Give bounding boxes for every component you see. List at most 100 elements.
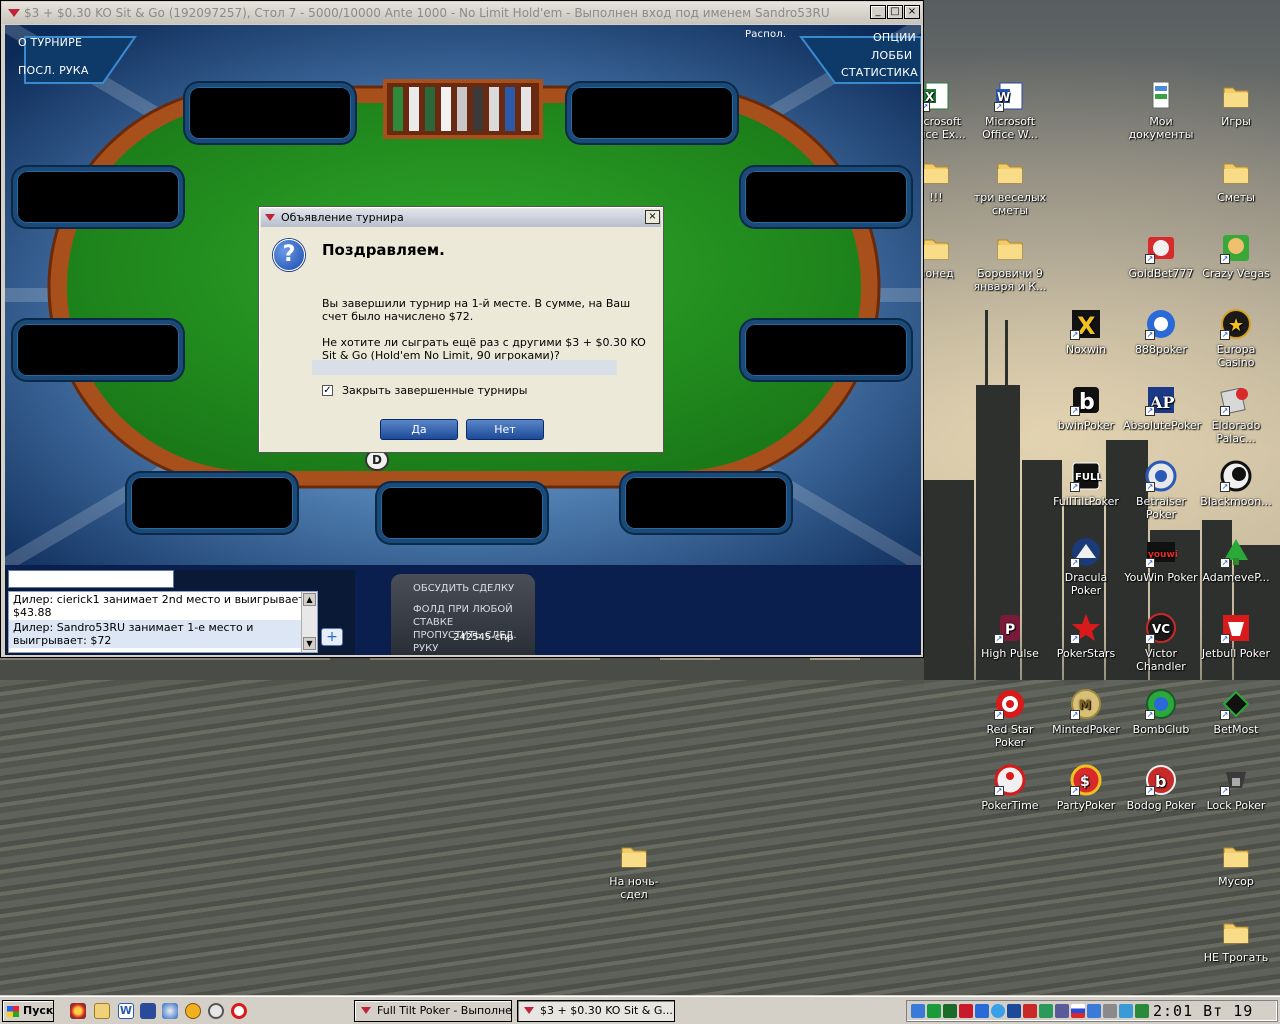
desktop-icon[interactable]: ↗ 888poker [1123,308,1199,356]
fold-any-bet-checkbox[interactable]: ФОЛД ПРИ ЛЮБОЙ СТАВКЕ [413,603,535,629]
tournament-info-button[interactable]: О ТУРНИРЕ [18,36,82,49]
folder-quicklaunch-icon[interactable] [94,1003,110,1019]
seat-5[interactable] [13,320,183,380]
desktop-icon[interactable]: youwin↗ YouWin Poker [1123,536,1199,584]
layout-button[interactable]: Распол. [745,29,786,40]
tray-app-icon[interactable] [1135,1004,1149,1018]
maximize-button[interactable]: □ [887,5,903,19]
start-button[interactable]: Пуск [2,1000,54,1022]
desktop-icon[interactable]: ↗ AdameveP... [1198,536,1274,584]
opera-quicklaunch-icon[interactable] [231,1003,247,1019]
seat-8[interactable] [377,483,547,543]
desktop-icon[interactable]: $ ↗ PartyPoker [1048,764,1124,812]
save-quicklaunch-icon[interactable] [140,1003,156,1019]
yes-button[interactable]: Да [380,419,458,440]
dialog-close-button[interactable]: × [645,210,660,224]
desktop-icon[interactable]: X ↗ Noxwin [1048,308,1124,356]
chat-input[interactable] [8,570,174,588]
desktop-icon[interactable]: Мои документы [1123,80,1199,141]
tray-app-icon[interactable] [1039,1004,1053,1018]
desktop-icon[interactable]: ↗ Eldorado Palac... [1198,384,1274,445]
tournament-announcement-dialog[interactable]: Объявление турнира × ? Поздравляем. Вы з… [258,206,664,453]
desktop-icon[interactable]: ↗ PokerTime [972,764,1048,812]
clock-quicklaunch-icon[interactable] [208,1003,224,1019]
desktop-icon[interactable]: ★ ↗ Europa Casino [1198,308,1274,369]
desktop-icon[interactable]: W ↗ Microsoft Office W... [972,80,1048,141]
close-button[interactable]: × [904,5,920,19]
desktop-icon[interactable]: FULL ↗ FullTiltPoker [1048,460,1124,508]
desktop-icon[interactable]: Игры [1198,80,1274,128]
scroll-up-arrow[interactable]: ▲ [303,593,316,606]
desktop-icon[interactable]: b ↗ Bodog Poker [1123,764,1199,812]
desktop-icon[interactable]: AP ↗ AbsolutePoker [1123,384,1201,432]
taskbar-task-fulltilt-lobby[interactable]: Full Tilt Poker - Выполне... [354,1000,512,1022]
desktop-icon[interactable]: b ↗ bwinPoker [1048,384,1124,432]
desktop-icon[interactable]: M ↗ MintedPoker [1048,688,1124,736]
tray-app-icon[interactable] [1007,1004,1021,1018]
desktop-icon[interactable]: Боровичи 9 января и К... [972,232,1048,293]
tray-app-icon[interactable] [927,1004,941,1018]
seat-1[interactable] [185,83,355,143]
seat-2[interactable] [567,83,737,143]
folder-icon [920,156,952,188]
tray-language-icon[interactable] [1071,1004,1085,1018]
desktop-icon[interactable]: ↗ Jetbull Poker [1198,612,1274,660]
desktop-icon[interactable]: P ↗ High Pulse [972,612,1048,660]
desktop-icon[interactable]: три веселых сметы [972,156,1048,217]
desktop-icon[interactable]: ↗ BetMost [1198,688,1274,736]
close-finished-tournaments-checkbox[interactable]: ✓ [322,385,333,396]
desktop-icon[interactable]: НЕ Трогать [1198,916,1274,964]
desktop-icon[interactable]: ↗ Betraiser Poker [1123,460,1199,521]
desktop-icon[interactable]: ↗ Lock Poker [1198,764,1274,812]
tray-app-icon[interactable] [1087,1004,1101,1018]
statistics-button[interactable]: СТАТИСТИКА [841,66,918,79]
seat-6[interactable] [741,320,911,380]
tray-volume-icon[interactable] [1055,1004,1069,1018]
desktop-icon[interactable]: ↗ PokerStars [1048,612,1124,660]
network-quicklaunch-icon[interactable] [162,1003,178,1019]
seat-3[interactable] [13,167,183,227]
system-clock[interactable]: 2:01 Вт 19 [1153,1001,1253,1021]
task-label: $3 + $0.30 KO Sit & G... [540,1004,673,1017]
chat-scrollbar[interactable]: ▲ ▼ [301,592,317,652]
options-button[interactable]: ОПЦИИ [873,31,916,44]
word-quicklaunch-icon[interactable]: W [118,1003,134,1019]
desktop-icon[interactable]: ↗ Dracula Poker [1048,536,1124,597]
taskbar-task-table[interactable]: $3 + $0.30 KO Sit & G... [517,1000,675,1022]
tray-network-icon[interactable] [911,1004,925,1018]
desktop-icon[interactable]: ↗ GoldBet777 [1123,232,1199,280]
desktop-icon[interactable]: ↗ BombClub [1123,688,1199,736]
desktop-icon[interactable]: VC ↗ Victor Chandler [1123,612,1199,673]
dialog-titlebar[interactable]: Объявление турнира [261,209,661,227]
desktop-icon[interactable]: ↗ Crazy Vegas [1198,232,1274,280]
folder-icon [920,232,952,264]
tray-mail-icon[interactable] [1023,1004,1037,1018]
desktop-icon[interactable]: ↗ Red Star Poker [972,688,1048,749]
browser-quicklaunch-icon[interactable] [70,1003,86,1019]
tray-app-icon[interactable] [991,1004,1005,1018]
seat-4[interactable] [741,167,911,227]
lobby-button[interactable]: ЛОББИ [871,49,912,62]
window-titlebar[interactable]: $3 + $0.30 KO Sit & Go (192097257), Стол… [2,2,922,24]
chat-send-button[interactable]: + [321,628,343,646]
no-button[interactable]: Нет [466,419,544,440]
tray-fulltilt-icon[interactable] [959,1004,973,1018]
chat-log[interactable]: Дилер: cierick1 занимает 2nd место и выи… [8,591,318,653]
desktop-icon[interactable]: На ночь-сдел [596,840,672,901]
seat-9[interactable] [621,473,791,533]
pokertime-icon: ↗ [994,764,1026,796]
scroll-down-arrow[interactable]: ▼ [303,637,316,650]
desktop-icon[interactable]: Сметы [1198,156,1274,204]
desktop-icon[interactable]: ↗ Blackmoon... [1198,460,1274,508]
app-quicklaunch-icon[interactable] [185,1003,201,1019]
tray-app-icon[interactable] [943,1004,957,1018]
tray-app-icon[interactable] [1119,1004,1133,1018]
minimize-button[interactable]: _ [870,5,886,19]
last-hand-button[interactable]: ПОСЛ. РУКА [18,64,89,77]
close-finished-tournaments-label[interactable]: Закрыть завершенные турниры [342,384,527,397]
seat-7[interactable] [127,473,297,533]
tray-speaker-icon[interactable] [1103,1004,1117,1018]
tray-app-icon[interactable] [975,1004,989,1018]
desktop-icon[interactable]: Мусор [1198,840,1274,888]
discuss-deal-button[interactable]: ОБСУДИТЬ СДЕЛКУ [413,582,535,595]
